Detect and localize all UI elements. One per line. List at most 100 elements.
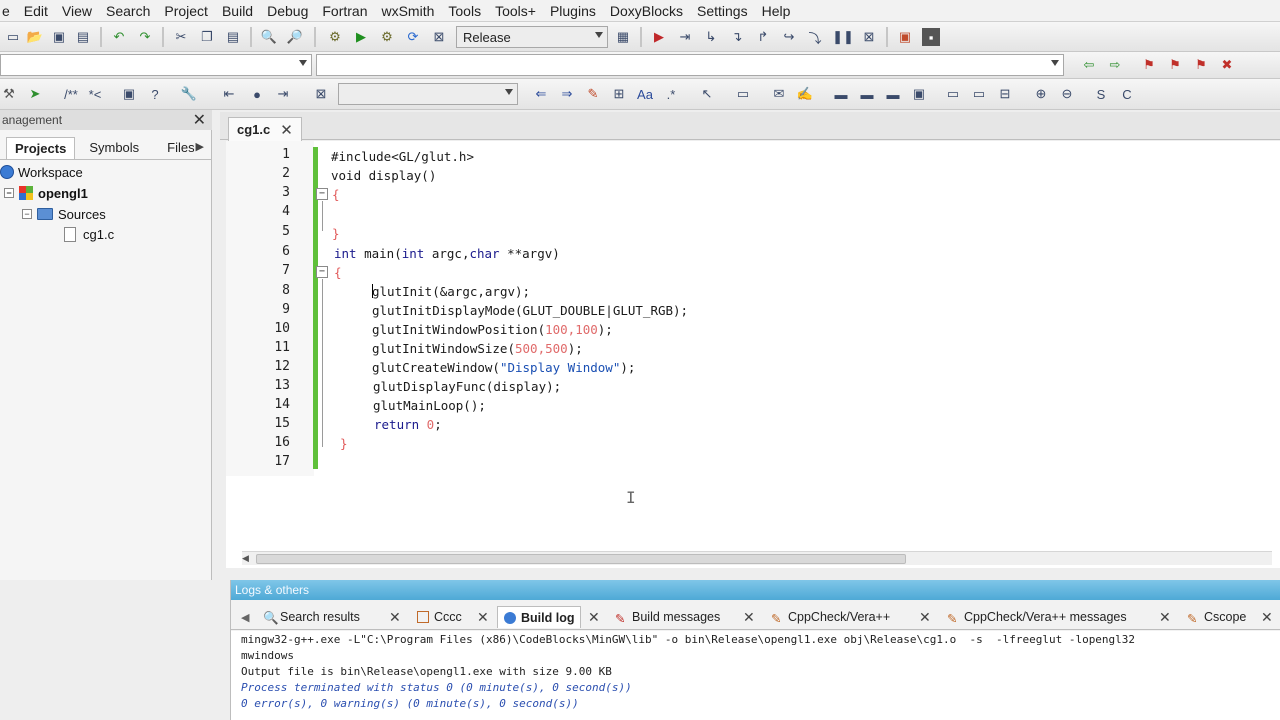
- arrow-right-icon[interactable]: ⇒: [558, 85, 576, 103]
- clear-bookmarks-icon[interactable]: ✖: [1218, 56, 1236, 74]
- menu-file[interactable]: e: [0, 3, 17, 19]
- tree-project[interactable]: − opengl1: [4, 183, 88, 203]
- collapse-icon[interactable]: −: [22, 209, 32, 219]
- run-icon[interactable]: ▶: [352, 28, 370, 46]
- tab-cscope[interactable]: ✎ Cscope: [1187, 606, 1246, 628]
- menu-settings[interactable]: Settings: [690, 3, 755, 19]
- prev-bookmark-icon[interactable]: ⚑: [1166, 56, 1184, 74]
- menu-edit[interactable]: Edit: [17, 3, 55, 19]
- step-out-icon[interactable]: ↱: [754, 28, 772, 46]
- wizard-icon[interactable]: ➤: [26, 85, 44, 103]
- close-icon[interactable]: ✕: [588, 609, 600, 626]
- fold-collapse-icon[interactable]: −: [316, 188, 328, 200]
- close-icon[interactable]: ✕: [389, 609, 401, 626]
- c-icon[interactable]: C: [1118, 85, 1136, 103]
- wrench-icon[interactable]: 🔧: [180, 85, 198, 103]
- menu-tools-plus[interactable]: Tools+: [488, 3, 543, 19]
- close-icon[interactable]: ✕: [1261, 609, 1273, 626]
- debug-info-icon[interactable]: ▪: [922, 28, 940, 46]
- close-icon[interactable]: ✕: [280, 121, 293, 139]
- find-icon[interactable]: 🔍: [260, 28, 278, 46]
- align-right-icon[interactable]: ▬: [884, 85, 902, 103]
- s-icon[interactable]: S: [1092, 85, 1110, 103]
- tab-cppcheck[interactable]: ✎ CppCheck/Vera++: [771, 606, 890, 628]
- frame3-icon[interactable]: ⊟: [996, 85, 1014, 103]
- tab-projects[interactable]: Projects: [6, 137, 76, 159]
- menu-view[interactable]: View: [55, 3, 99, 19]
- toggle-bookmark-icon[interactable]: ⚑: [1140, 56, 1158, 74]
- jump-back-icon[interactable]: ⇦: [1080, 56, 1098, 74]
- tab-symbols[interactable]: Symbols: [81, 137, 147, 159]
- jump-forward-icon[interactable]: ⇨: [1106, 56, 1124, 74]
- menu-tools[interactable]: Tools: [441, 3, 488, 19]
- frame-icon[interactable]: ▭: [944, 85, 962, 103]
- close-icon[interactable]: ✕: [1159, 609, 1171, 626]
- scrollbar-thumb[interactable]: [256, 554, 906, 564]
- collapse-icon[interactable]: −: [4, 188, 14, 198]
- tab-build-messages[interactable]: ✎ Build messages: [615, 606, 720, 628]
- zoom-in-icon[interactable]: ⊕: [1032, 85, 1050, 103]
- doxy-help-icon[interactable]: ?: [146, 85, 164, 103]
- debug-start-icon[interactable]: ▶: [650, 28, 668, 46]
- selection-icon[interactable]: ⊞: [610, 85, 628, 103]
- search-combo[interactable]: [338, 83, 518, 105]
- font-icon[interactable]: Aa: [636, 85, 654, 103]
- highlight-icon[interactable]: ✎: [584, 85, 602, 103]
- save-icon[interactable]: ▣: [50, 28, 68, 46]
- code-editor[interactable]: 1 2 3 4 5 6 7 8 9 10 11 12 13 14 15 16 1…: [226, 141, 1280, 568]
- build-icon[interactable]: ⚙: [326, 28, 344, 46]
- mail-icon[interactable]: ✉: [770, 85, 788, 103]
- comment-block-icon[interactable]: /**: [58, 85, 84, 103]
- save-all-icon[interactable]: ▤: [74, 28, 92, 46]
- run-to-cursor-icon[interactable]: ⇥: [676, 28, 694, 46]
- rebuild-icon[interactable]: ⟳: [404, 28, 422, 46]
- tab-build-log[interactable]: Build log: [497, 606, 582, 628]
- build-target-select[interactable]: Release: [456, 26, 608, 48]
- menu-wxsmith[interactable]: wxSmith: [374, 3, 441, 19]
- build-and-run-icon[interactable]: ⚙: [378, 28, 396, 46]
- tab-search-results[interactable]: 🔍 Search results: [263, 606, 360, 628]
- fold-collapse-icon[interactable]: −: [316, 266, 328, 278]
- close-icon[interactable]: ✕: [743, 609, 755, 626]
- show-target-dialog-icon[interactable]: ▦: [614, 28, 632, 46]
- box-icon[interactable]: ▣: [910, 85, 928, 103]
- align-icon[interactable]: ▬: [832, 85, 850, 103]
- tree-sources-folder[interactable]: − Sources: [22, 204, 106, 224]
- dot-icon[interactable]: ●: [248, 85, 266, 103]
- align-center-icon[interactable]: ▬: [858, 85, 876, 103]
- next-instruction-icon[interactable]: ↪: [780, 28, 798, 46]
- close-icon[interactable]: ✕: [193, 110, 206, 130]
- horizontal-scrollbar[interactable]: ◀: [242, 551, 1272, 565]
- replace-icon[interactable]: 🔎: [286, 28, 304, 46]
- copy-icon[interactable]: ❐: [198, 28, 216, 46]
- close-icon[interactable]: ✕: [919, 609, 931, 626]
- editor-tab-cg1[interactable]: cg1.c ✕: [228, 117, 302, 141]
- edit-icon[interactable]: ✍: [796, 85, 814, 103]
- open-file-icon[interactable]: 📂: [26, 28, 44, 46]
- redo-icon[interactable]: ↷: [136, 28, 154, 46]
- function-select[interactable]: [316, 54, 1064, 76]
- menu-fortran[interactable]: Fortran: [315, 3, 374, 19]
- tabs-scroll-left-icon[interactable]: ◀: [241, 606, 249, 628]
- cut-icon[interactable]: ✂: [172, 28, 190, 46]
- tab-cccc[interactable]: Cccc: [417, 606, 462, 628]
- tree-workspace[interactable]: Workspace: [0, 162, 83, 182]
- menu-search[interactable]: Search: [99, 3, 157, 19]
- next-line-icon[interactable]: ↳: [702, 28, 720, 46]
- tab-scroll-right-icon[interactable]: ▶: [196, 140, 204, 153]
- comment-line-icon[interactable]: *<: [86, 85, 104, 103]
- scope-select[interactable]: [0, 54, 312, 76]
- menu-project[interactable]: Project: [157, 3, 215, 19]
- plugin-icon[interactable]: ⚒: [0, 85, 18, 103]
- tab-cppcheck-messages[interactable]: ✎ CppCheck/Vera++ messages: [947, 606, 1127, 628]
- menu-doxyblocks[interactable]: DoxyBlocks: [603, 3, 690, 19]
- previous-icon[interactable]: ⇤: [220, 85, 238, 103]
- close-icon[interactable]: ✕: [477, 609, 489, 626]
- clear-icon[interactable]: ⊠: [312, 85, 330, 103]
- tree-file[interactable]: cg1.c: [64, 224, 114, 244]
- pause-icon[interactable]: ❚❚: [832, 28, 854, 46]
- menu-debug[interactable]: Debug: [260, 3, 315, 19]
- step-into-icon[interactable]: ↴: [728, 28, 746, 46]
- debug-windows-icon[interactable]: ▣: [896, 28, 914, 46]
- zoom-out-icon[interactable]: ⊖: [1058, 85, 1076, 103]
